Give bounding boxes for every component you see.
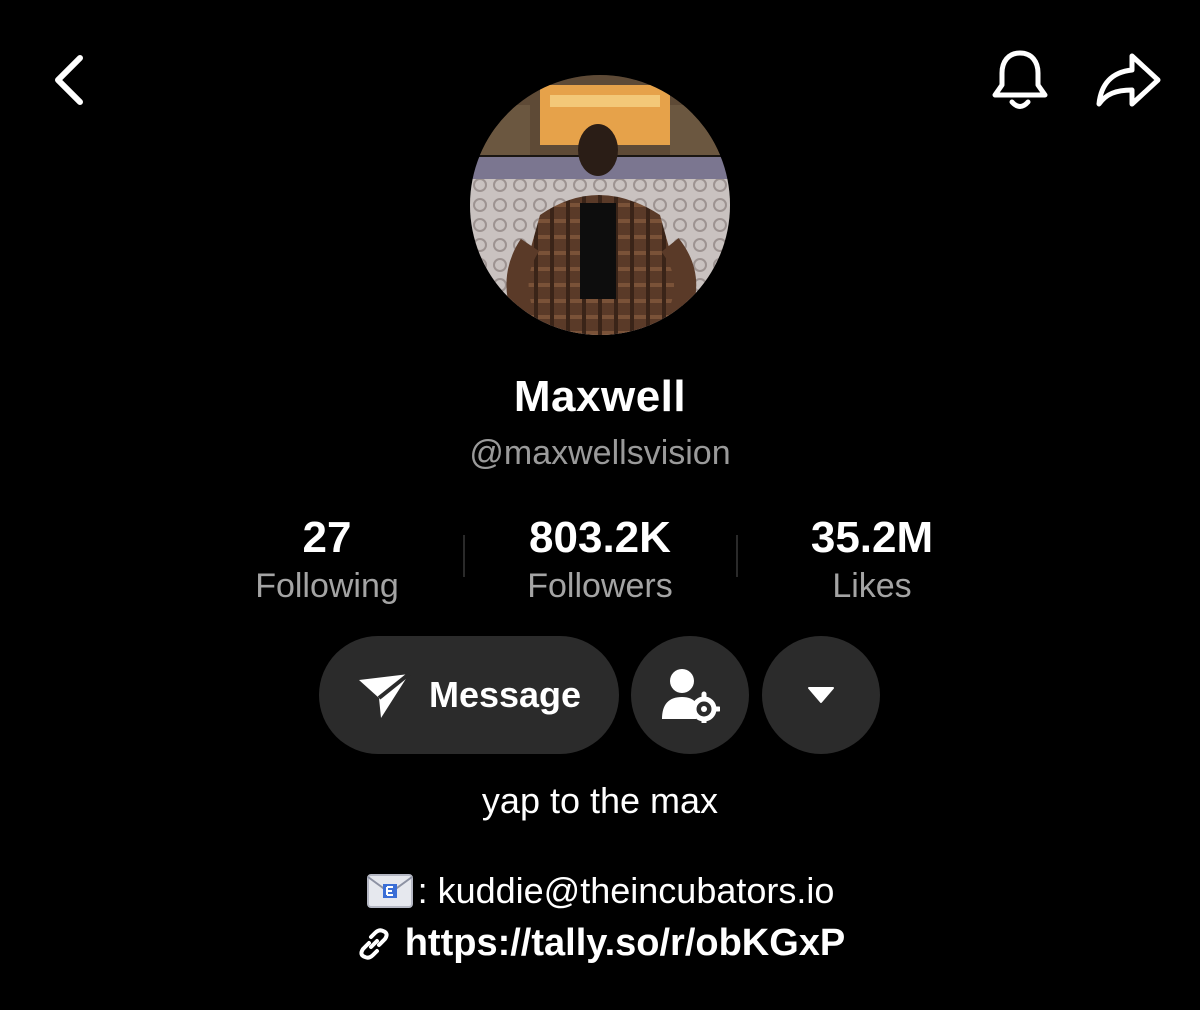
stat-following[interactable]: 27 Following: [207, 512, 447, 608]
stat-likes[interactable]: 35.2M Likes: [752, 512, 992, 608]
chevron-left-icon: [55, 55, 83, 105]
profile-photo: [470, 75, 730, 335]
message-label: Message: [428, 674, 582, 715]
profile-page: Maxwell @maxwellsvision 27 Following 803…: [0, 0, 1200, 1010]
bio-link[interactable]: https://tally.so/r/obKGxP: [0, 922, 1200, 965]
user-gear-icon: [662, 669, 720, 723]
username: @maxwellsvision: [469, 434, 731, 472]
following-count: 27: [302, 513, 352, 562]
bell-icon: [992, 50, 1048, 109]
notifications-button[interactable]: [984, 44, 1056, 116]
back-button[interactable]: [34, 44, 106, 116]
envelope-icon: [366, 874, 413, 908]
followers-count: 803.2K: [529, 513, 671, 562]
likes-label: Likes: [832, 567, 912, 605]
stat-divider: [736, 535, 738, 577]
following-label: Following: [255, 567, 399, 605]
more-options-button[interactable]: [762, 636, 880, 754]
share-arrow-icon: [1096, 53, 1161, 107]
message-button[interactable]: Message: [319, 636, 619, 754]
paper-plane-icon: [358, 672, 411, 718]
bio-text: yap to the max: [481, 780, 719, 821]
link-icon: [359, 927, 389, 960]
friend-settings-button[interactable]: [631, 636, 749, 754]
likes-count: 35.2M: [810, 513, 934, 562]
avatar[interactable]: [470, 75, 730, 335]
stat-divider: [463, 535, 465, 577]
stat-followers[interactable]: 803.2K Followers: [480, 512, 720, 608]
display-name: Maxwell: [513, 372, 687, 421]
caret-down-icon: [808, 687, 834, 703]
bio-email-line: : kuddie@theincubators.io: [0, 870, 1200, 912]
bio-link-text[interactable]: https://tally.so/r/obKGxP: [405, 922, 846, 965]
share-button[interactable]: [1092, 44, 1164, 116]
bio-email: : kuddie@theincubators.io: [417, 870, 835, 911]
followers-label: Followers: [527, 567, 673, 605]
